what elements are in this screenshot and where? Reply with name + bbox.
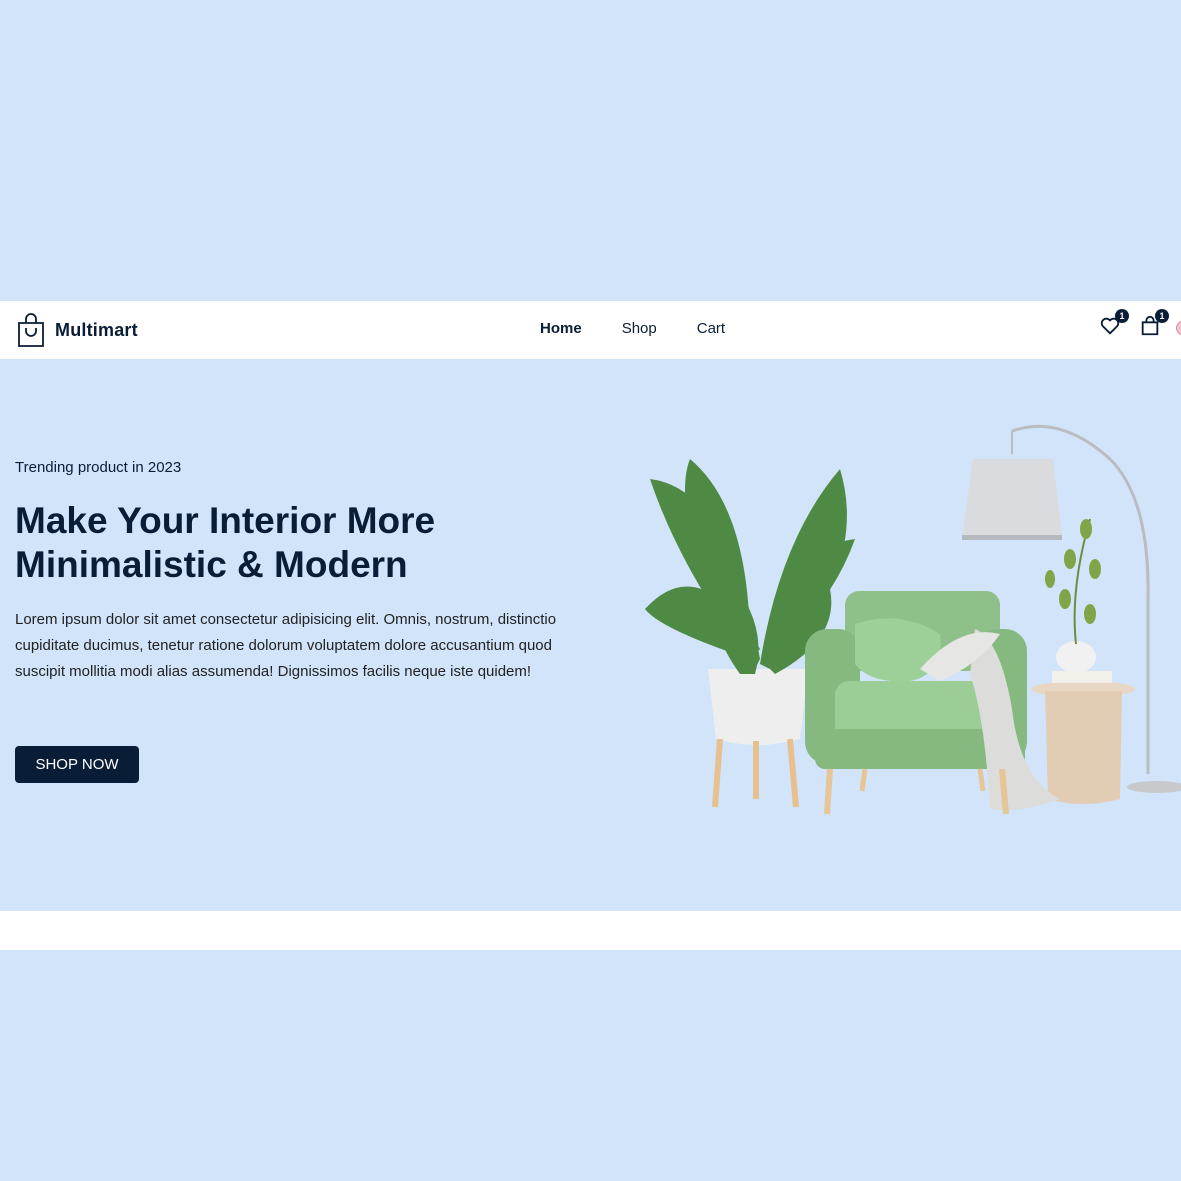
cart-count-badge: 1 [1155,309,1169,323]
wishlist-button[interactable]: 1 [1099,309,1129,339]
section-divider [0,911,1181,950]
nav-shop[interactable]: Shop [622,320,657,337]
hero-section: Trending product in 2023 Make Your Inter… [0,359,1181,911]
hero-subtitle: Trending product in 2023 [15,459,182,476]
shopping-bag-icon [18,313,44,347]
cart-button[interactable]: 1 [1139,309,1169,339]
page: Multimart Home Shop Cart 1 1 Trending pr… [0,0,1181,1181]
brand-name: Multimart [55,319,138,340]
wishlist-count-badge: 1 [1115,309,1129,323]
main-nav: Home Shop Cart [540,320,725,337]
nav-home[interactable]: Home [540,320,582,337]
hero-description: Lorem ipsum dolor sit amet consectetur a… [15,611,557,680]
shop-now-button[interactable]: SHOP NOW [15,746,139,783]
nav-cart[interactable]: Cart [697,320,725,337]
hero-headline: Make Your Interior More Minimalistic & M… [15,500,436,585]
brand-logo[interactable]: Multimart [16,312,138,348]
site-header: Multimart Home Shop Cart [0,301,1181,359]
armchair-plant-lamp-image [645,424,1181,815]
